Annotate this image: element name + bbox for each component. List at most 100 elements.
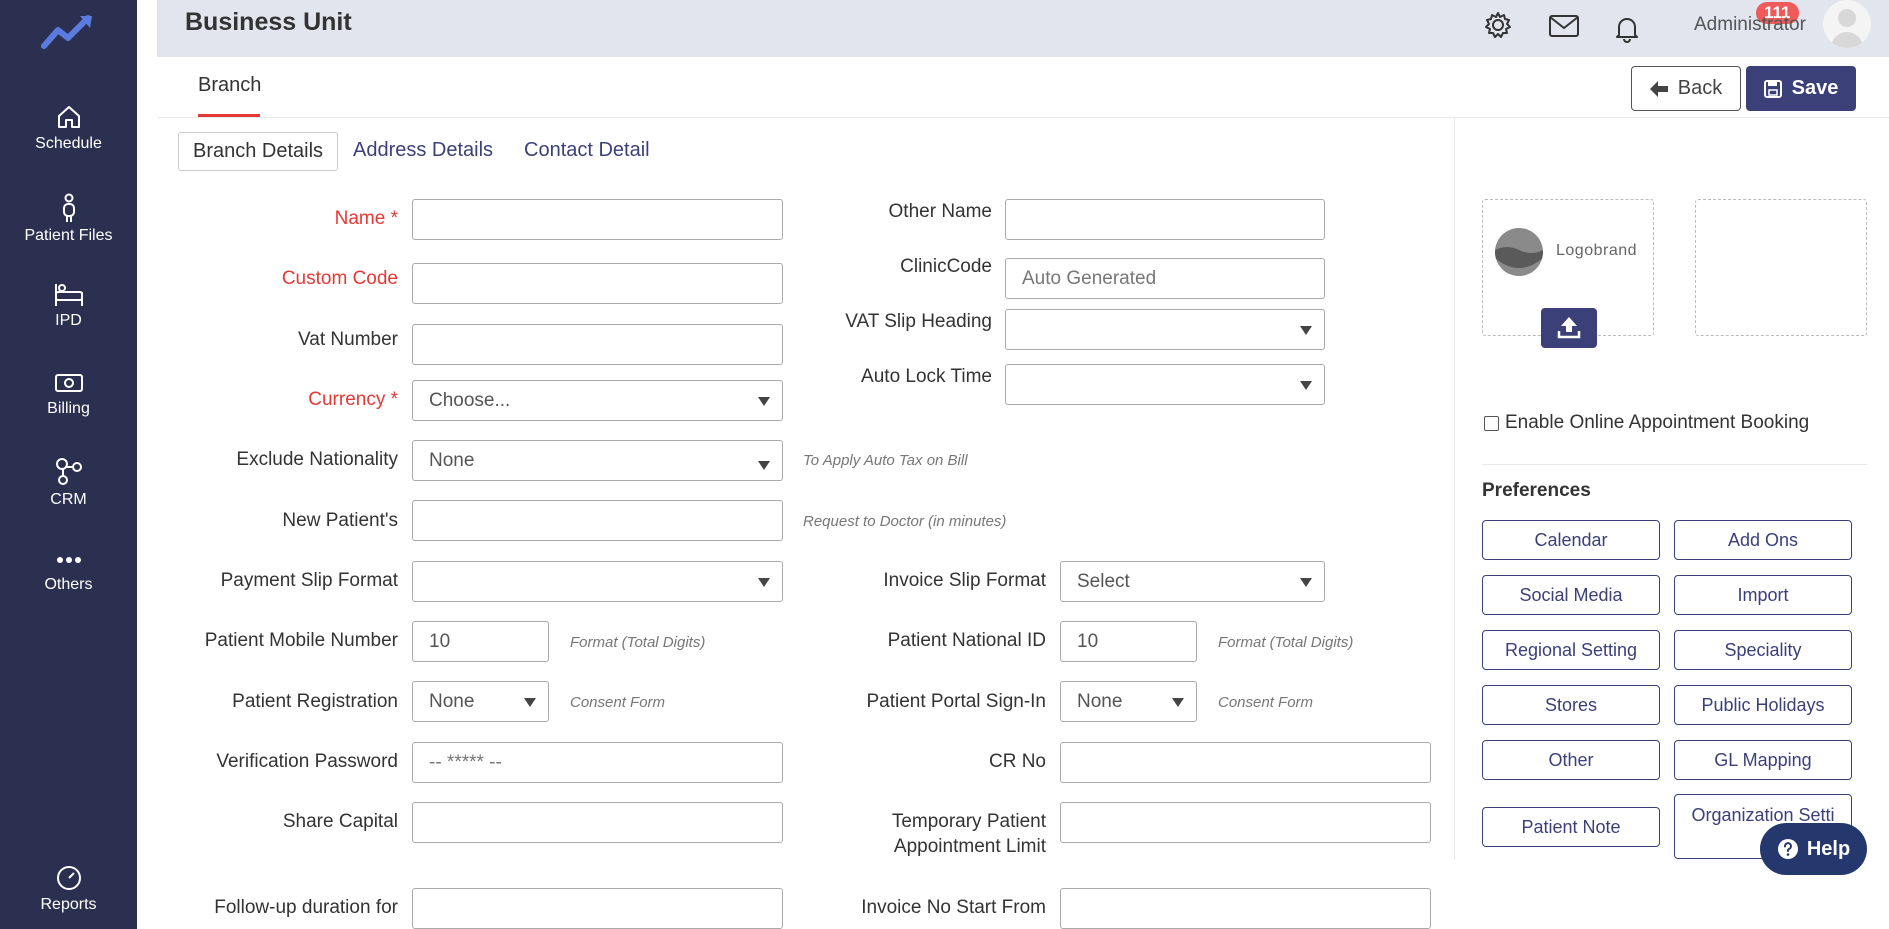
sidebar-item-label: Schedule [35,135,102,152]
tab-branch-details[interactable]: Branch Details [178,132,339,171]
sidebar-item-crm[interactable]: CRM [0,455,137,509]
logo-image [1495,228,1543,276]
divider [157,117,1889,118]
save-button-label: Save [1791,77,1839,99]
help-button-label: Help [1806,837,1851,860]
gauge-icon [56,866,81,890]
patient-registration-select[interactable]: None [412,681,549,722]
sidebar-item-patient-files[interactable]: Patient Files [0,193,137,245]
verification-password-input[interactable]: -- ***** -- [412,742,783,783]
vat-slip-heading-select[interactable] [1005,309,1325,350]
portal-signin-select[interactable]: None [1060,681,1197,722]
temp-patient-label-line-2: Appointment Limit [893,836,1046,857]
back-button[interactable]: Back [1631,66,1741,111]
top-header: Business Unit 111 Administrator [157,0,1889,57]
patient-mobile-input[interactable]: 10 [412,621,549,662]
pref-add-ons-button[interactable]: Add Ons [1674,520,1852,560]
save-button[interactable]: Save [1746,66,1856,111]
temp-patient-limit-input[interactable] [1060,802,1431,843]
other-name-label: Other Name [888,201,992,222]
mail-icon[interactable] [1548,13,1580,39]
pref-import-button[interactable]: Import [1674,575,1852,615]
share-capital-input[interactable] [412,802,783,843]
sidebar-item-label: CRM [50,491,87,508]
settings-icon[interactable] [1483,10,1513,40]
vat-slip-heading-label: VAT Slip Heading [845,311,992,332]
chevron-down-icon [524,698,536,707]
pref-calendar-button[interactable]: Calendar [1482,520,1660,560]
custom-code-input[interactable] [412,263,783,304]
followup-duration-input[interactable] [412,888,783,929]
payment-slip-select[interactable] [412,561,783,602]
pref-stores-button[interactable]: Stores [1482,685,1660,725]
portal-signin-label: Patient Portal Sign-In [866,691,1046,712]
online-booking-label: Enable Online Appointment Booking [1505,412,1810,433]
bed-icon [54,284,83,306]
brand-logo-icon [41,15,92,49]
invoice-no-start-label: Invoice No Start From [861,897,1046,918]
cr-no-input[interactable] [1060,742,1431,783]
divider [1482,464,1867,465]
logo-wave-icon [1495,228,1543,276]
arrow-left-icon [1649,80,1668,97]
secondary-image-box[interactable] [1695,199,1867,336]
pref-speciality-button[interactable]: Speciality [1674,630,1852,670]
pref-regional-setting-button[interactable]: Regional Setting [1482,630,1660,670]
new-patient-label: New Patient's [282,510,398,531]
avatar[interactable] [1823,0,1871,48]
name-label: Name * [334,208,398,229]
money-icon [54,374,83,392]
patient-registration-hint: Consent Form [570,694,666,711]
sidebar-item-reports[interactable]: Reports [0,864,137,914]
currency-select[interactable]: Choose... [412,380,783,421]
patient-national-id-label: Patient National ID [887,630,1046,651]
new-patient-input[interactable] [412,500,783,541]
sidebar-item-label: Reports [40,896,97,913]
floppy-disk-icon [1763,79,1782,98]
pref-patient-note-button[interactable]: Patient Note [1482,807,1660,847]
back-button-label: Back [1677,77,1723,99]
pref-gl-mapping-button[interactable]: GL Mapping [1674,740,1852,780]
upload-logo-button[interactable] [1541,308,1597,348]
exclude-nationality-select[interactable]: None [412,440,783,481]
person-icon [62,193,75,222]
pref-other-button[interactable]: Other [1482,740,1660,780]
home-icon [57,106,80,128]
pref-public-holidays-button[interactable]: Public Holidays [1674,685,1852,725]
sidebar-item-ipd[interactable]: IPD [0,280,137,330]
tab-address-details[interactable]: Address Details [339,132,507,171]
exclude-nationality-value: None [429,450,475,471]
share-capital-label: Share Capital [282,811,398,832]
user-name[interactable]: Administrator [1694,14,1806,36]
vat-number-input[interactable] [412,324,783,365]
clinic-code-input[interactable]: Auto Generated [1005,258,1325,299]
chevron-down-icon [1300,578,1312,587]
exclude-nationality-hint: To Apply Auto Tax on Bill [803,452,968,469]
custom-code-label: Custom Code [281,268,398,289]
online-booking-checkbox[interactable] [1484,415,1499,431]
upload-icon [1557,317,1581,339]
help-button[interactable]: Help [1760,823,1867,875]
other-name-input[interactable] [1005,199,1325,240]
tab-branch[interactable]: Branch [198,74,261,97]
invoice-slip-select[interactable]: Select [1060,561,1325,602]
patient-national-id-input[interactable]: 10 [1060,621,1197,662]
sidebar-item-others[interactable]: Others [0,548,137,594]
auto-lock-time-select[interactable] [1005,364,1325,405]
bell-icon[interactable] [1612,14,1642,44]
chevron-down-icon [1300,381,1312,390]
pref-social-media-button[interactable]: Social Media [1482,575,1660,615]
payment-slip-label: Payment Slip Format [220,570,398,591]
sidebar-item-schedule[interactable]: Schedule [0,103,137,153]
invoice-slip-label: Invoice Slip Format [883,570,1046,591]
cr-no-label: CR No [988,751,1046,772]
tab-contact-detail[interactable]: Contact Detail [510,132,664,171]
online-booking-checkbox-row[interactable]: Enable Online Appointment Booking [1484,412,1809,434]
sidebar-item-billing[interactable]: Billing [0,370,137,418]
chevron-down-icon [758,578,770,587]
network-icon [55,458,82,485]
invoice-no-start-input[interactable] [1060,888,1431,929]
name-input[interactable] [412,199,783,240]
patient-mobile-label: Patient Mobile Number [204,630,398,651]
chevron-down-icon [1172,698,1184,707]
